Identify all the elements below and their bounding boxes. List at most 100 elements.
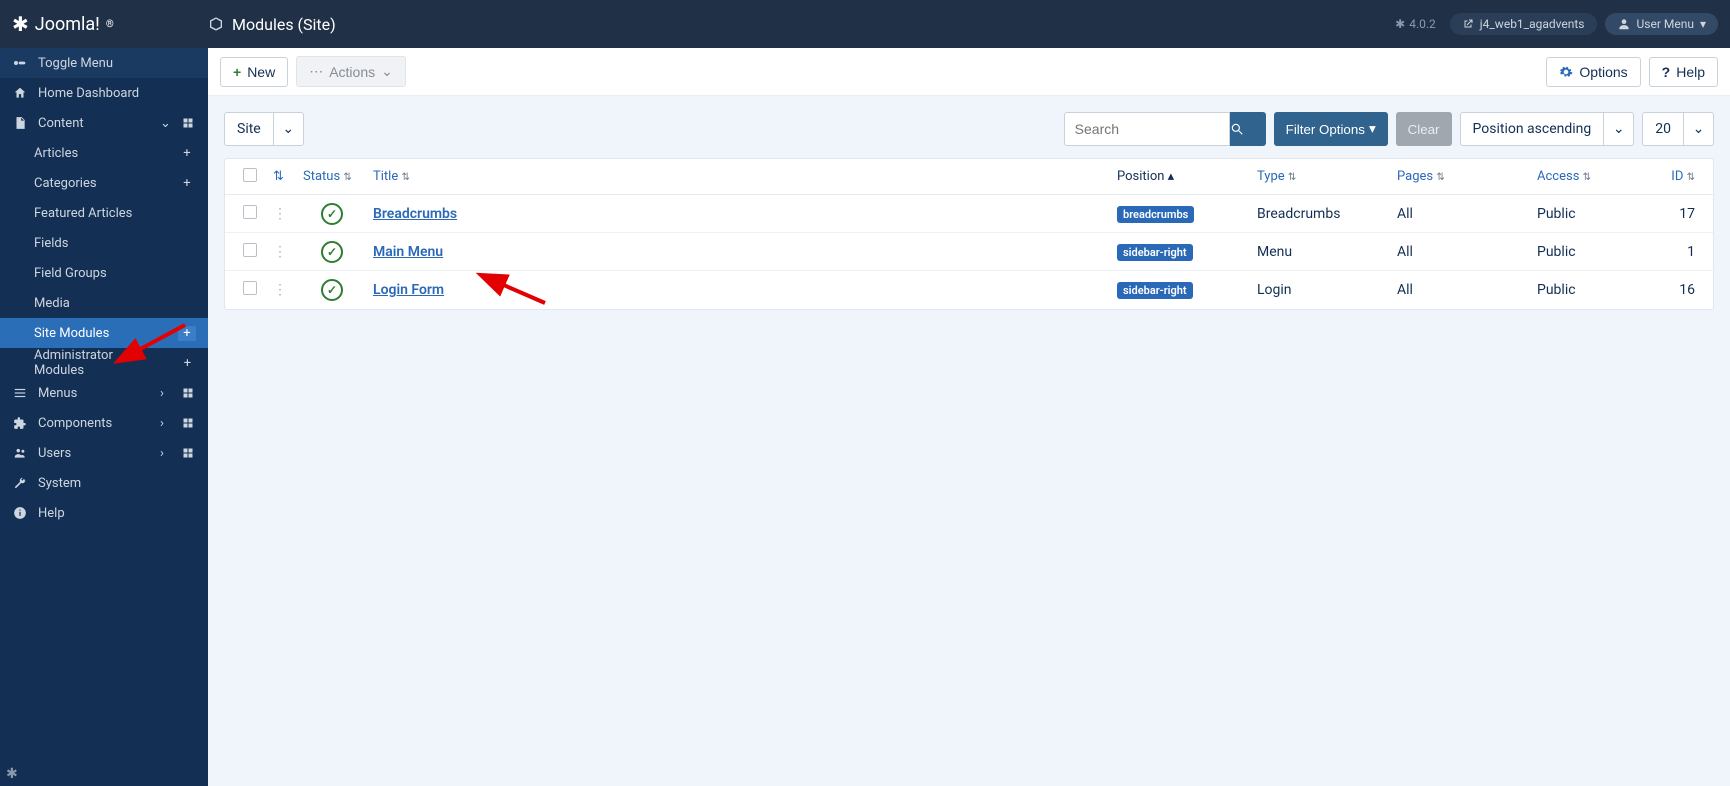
sidebar-item-admin-modules[interactable]: Administrator Modules+ — [0, 348, 208, 378]
site-name: j4_web1_agadvents — [1480, 17, 1585, 31]
chevron-right-icon: › — [160, 386, 172, 401]
joomla-small-icon: ✱ — [6, 766, 18, 782]
toolbar: + New ⋯ Actions ⌄ Options ? Help — [208, 48, 1730, 96]
sidebar-item-help[interactable]: Help — [0, 498, 208, 528]
home-icon — [12, 85, 28, 101]
external-link-icon — [1462, 18, 1474, 30]
brand[interactable]: ✱ Joomla!® — [12, 12, 208, 36]
sidebar-item-featured[interactable]: Featured Articles — [0, 198, 208, 228]
status-published-icon[interactable]: ✓ — [321, 279, 343, 301]
options-button[interactable]: Options — [1546, 57, 1640, 87]
site-link-pill[interactable]: j4_web1_agadvents — [1450, 13, 1597, 35]
toggle-icon — [12, 55, 28, 71]
filter-options-button[interactable]: Filter Options ▾ — [1274, 112, 1388, 146]
help-button[interactable]: ? Help — [1649, 57, 1718, 87]
search-wrap — [1064, 112, 1266, 146]
sort-title[interactable]: Title ⇅ — [373, 169, 410, 184]
plus-icon[interactable]: + — [179, 356, 196, 371]
sidebar-item-home[interactable]: Home Dashboard — [0, 78, 208, 108]
module-title-link[interactable]: Login Form — [373, 282, 444, 298]
row-check[interactable] — [243, 205, 257, 219]
dashboard-icon[interactable] — [182, 387, 196, 399]
ordering-select[interactable]: Position ascending ⌄ — [1460, 112, 1635, 146]
toggle-menu[interactable]: Toggle Menu — [0, 48, 208, 78]
clear-button[interactable]: Clear — [1396, 112, 1452, 146]
sidebar-item-site-modules[interactable]: Site Modules+ — [0, 318, 208, 348]
user-menu-pill[interactable]: User Menu ▾ — [1605, 13, 1719, 35]
id-cell: 16 — [1661, 282, 1701, 298]
chevron-right-icon: › — [160, 416, 172, 431]
pages-cell: All — [1391, 282, 1531, 298]
user-icon — [1617, 17, 1631, 31]
joomla-small-icon: ✱ — [1395, 17, 1405, 31]
check-all[interactable] — [243, 168, 257, 182]
joomla-logo-icon: ✱ — [12, 12, 29, 36]
sort-type[interactable]: Type ⇅ — [1257, 169, 1296, 184]
sort-position[interactable]: Position ▴ — [1117, 169, 1174, 184]
sidebar-item-field-groups[interactable]: Field Groups — [0, 258, 208, 288]
new-button[interactable]: + New — [220, 57, 288, 87]
plus-icon[interactable]: + — [178, 146, 196, 161]
table-row: ⋮ ✓ Login Form sidebar-right Login All P… — [225, 271, 1713, 309]
chevron-down-icon: ⌄ — [273, 113, 303, 145]
sidebar-item-users[interactable]: Users› — [0, 438, 208, 468]
chevron-down-icon: ⌄ — [1603, 113, 1633, 145]
sort-access[interactable]: Access ⇅ — [1537, 169, 1591, 184]
filter-row: Site ⌄ Filter Options ▾ Clear Position a… — [224, 112, 1714, 146]
table-row: ⋮ ✓ Breadcrumbs breadcrumbs Breadcrumbs … — [225, 195, 1713, 233]
chevron-down-icon: ▾ — [1700, 17, 1706, 31]
version-badge: ✱4.0.2 — [1395, 17, 1436, 31]
sidebar-footer: ✱ — [0, 762, 208, 786]
type-cell: Menu — [1251, 244, 1391, 260]
status-published-icon[interactable]: ✓ — [321, 241, 343, 263]
client-select[interactable]: Site ⌄ — [224, 112, 304, 146]
sidebar-item-fields[interactable]: Fields — [0, 228, 208, 258]
access-cell: Public — [1531, 282, 1661, 298]
plus-icon[interactable]: + — [178, 326, 196, 341]
sidebar-item-system[interactable]: System — [0, 468, 208, 498]
sidebar-item-components[interactable]: Components› — [0, 408, 208, 438]
pages-cell: All — [1391, 244, 1531, 260]
drag-handle[interactable]: ⋮ — [267, 244, 297, 260]
type-cell: Login — [1251, 282, 1391, 298]
sidebar-item-categories[interactable]: Categories+ — [0, 168, 208, 198]
status-published-icon[interactable]: ✓ — [321, 203, 343, 225]
row-check[interactable] — [243, 281, 257, 295]
sidebar-item-media[interactable]: Media — [0, 288, 208, 318]
users-icon — [12, 445, 28, 461]
plus-icon: + — [233, 64, 241, 80]
ellipsis-icon: ⋯ — [309, 63, 323, 80]
sort-pages[interactable]: Pages ⇅ — [1397, 169, 1445, 184]
limit-select[interactable]: 20 ⌄ — [1642, 112, 1714, 146]
sidebar-item-articles[interactable]: Articles+ — [0, 138, 208, 168]
dashboard-icon[interactable] — [182, 417, 196, 429]
table-header: ⇅ Status ⇅ Title ⇅ Position ▴ Type ⇅ Pag… — [225, 159, 1713, 195]
dashboard-icon[interactable] — [182, 117, 196, 129]
sidebar: Toggle Menu Home Dashboard Content ⌄ Art… — [0, 48, 208, 786]
type-cell: Breadcrumbs — [1251, 206, 1391, 222]
id-cell: 17 — [1661, 206, 1701, 222]
plus-icon[interactable]: + — [178, 176, 196, 191]
row-check[interactable] — [243, 243, 257, 257]
position-badge: sidebar-right — [1117, 282, 1193, 299]
pages-cell: All — [1391, 206, 1531, 222]
search-button[interactable] — [1230, 112, 1266, 146]
module-title-link[interactable]: Breadcrumbs — [373, 206, 457, 222]
caret-up-icon: ▴ — [1168, 169, 1175, 184]
list-icon — [12, 385, 28, 401]
dashboard-icon[interactable] — [182, 447, 196, 459]
sort-status[interactable]: Status ⇅ — [303, 169, 352, 184]
actions-button[interactable]: ⋯ Actions ⌄ — [296, 56, 406, 87]
sidebar-item-menus[interactable]: Menus› — [0, 378, 208, 408]
drag-handle[interactable]: ⋮ — [267, 206, 297, 222]
access-cell: Public — [1531, 206, 1661, 222]
sort-ordering[interactable]: ⇅ — [273, 169, 284, 184]
wrench-icon — [12, 475, 28, 491]
page-title: Modules (Site) — [232, 15, 336, 34]
chevron-down-icon: ▾ — [1369, 121, 1376, 137]
sort-id[interactable]: ID ⇅ — [1671, 169, 1695, 184]
drag-handle[interactable]: ⋮ — [267, 282, 297, 298]
search-input[interactable] — [1064, 112, 1230, 146]
sidebar-item-content[interactable]: Content ⌄ — [0, 108, 208, 138]
module-title-link[interactable]: Main Menu — [373, 244, 443, 260]
